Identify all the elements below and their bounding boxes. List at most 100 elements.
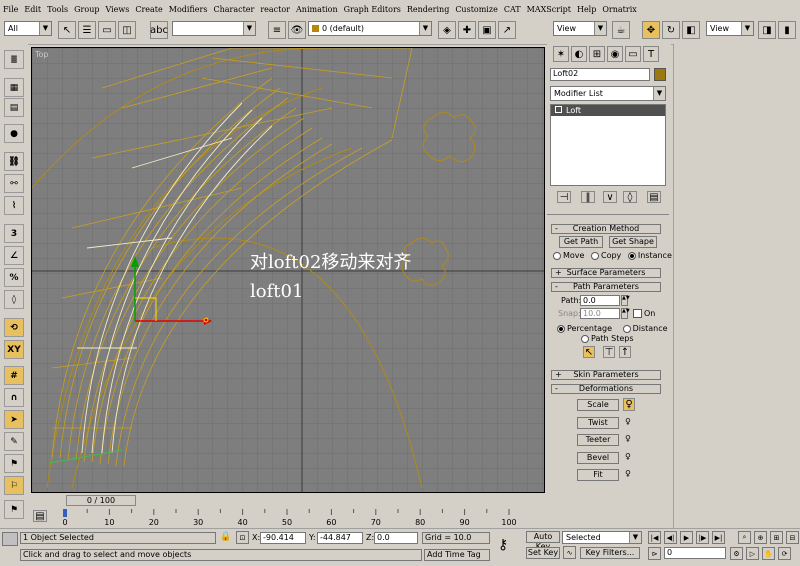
layer-properties-icon[interactable]: ↗ [498, 21, 516, 39]
orbit-icon[interactable]: ⟳ [778, 547, 791, 560]
current-frame-field[interactable]: 0 [664, 547, 726, 559]
menu-file[interactable]: File [0, 5, 21, 14]
make-unique-icon[interactable]: ∨ [603, 191, 617, 203]
object-name-field[interactable]: Loft02 [550, 68, 650, 81]
object-color-swatch[interactable] [654, 68, 666, 81]
reference-coordinate-dropdown[interactable]: View ▼ [553, 21, 607, 36]
path-parameters-rollout[interactable]: - Path Parameters [551, 282, 661, 292]
select-and-scale-icon[interactable]: ◧ [682, 21, 700, 39]
layer-manager-icon[interactable]: ≡ [268, 21, 286, 39]
go-to-end-icon[interactable]: ▶| [712, 531, 725, 544]
previous-shape-icon[interactable]: ⊤ [603, 346, 615, 358]
set-key-button[interactable]: Set Key [526, 547, 560, 559]
fit-lightbulb-icon[interactable]: ♀ [625, 469, 631, 478]
configure-sets-icon[interactable]: ▤ [647, 191, 661, 203]
add-time-tag-button[interactable]: Add Time Tag [424, 549, 490, 561]
twist-deformation-button[interactable]: Twist [577, 417, 619, 429]
create-layer-icon[interactable]: ◈ [438, 21, 456, 39]
curve-editor-icon[interactable]: ▤ [4, 98, 24, 117]
menu-rendering[interactable]: Rendering [404, 5, 452, 14]
menu-graph-editors[interactable]: Graph Editors [341, 5, 404, 14]
scale-enable-lightbulb-icon[interactable]: ♀ [623, 398, 635, 411]
bevel-deformation-button[interactable]: Bevel [577, 452, 619, 464]
absolute-mode-icon[interactable]: ⊡ [236, 531, 249, 544]
maxscript-listener-icon[interactable] [2, 532, 18, 546]
previous-frame-icon[interactable]: ◀| [664, 531, 677, 544]
menu-group[interactable]: Group [71, 5, 102, 14]
select-and-rotate-icon[interactable]: ↻ [662, 21, 680, 39]
twist-lightbulb-icon[interactable]: ♀ [625, 417, 631, 426]
viewport-label[interactable]: Top [35, 50, 49, 59]
modify-tab-icon[interactable]: ◐ [571, 46, 587, 62]
menu-edit[interactable]: Edit [21, 5, 44, 14]
x-coordinate-field[interactable]: -90.414 [260, 532, 306, 544]
zoom-extents-icon[interactable]: ⊞ [770, 531, 783, 544]
arrow-tool-icon[interactable]: ➤ [4, 410, 24, 429]
get-shape-button[interactable]: Get Shape [609, 236, 657, 248]
key-icon[interactable]: ⚷ [498, 537, 508, 553]
xy-constraint-icon[interactable]: XY [4, 340, 24, 359]
instance-radio[interactable]: Instance [627, 251, 672, 260]
pivot-center-icon[interactable]: ◨ [758, 21, 776, 39]
flag-green-icon[interactable]: ⚑ [4, 500, 24, 519]
schematic-view-icon[interactable]: ▦ [4, 78, 24, 97]
surface-parameters-rollout[interactable]: + Surface Parameters [551, 268, 661, 278]
snap-on-checkbox[interactable]: On [633, 309, 655, 318]
play-icon[interactable]: ▶ [680, 531, 693, 544]
key-mode-icon[interactable]: ⊳ [648, 547, 661, 560]
pin-stack-icon[interactable]: ⊣ [557, 191, 571, 203]
path-steps-radio[interactable]: Path Steps [581, 334, 634, 343]
bind-space-warp-icon[interactable]: ⌇ [4, 196, 24, 215]
zoom-extents-all-icon[interactable]: ⊟ [786, 531, 799, 544]
selection-filter-dropdown[interactable]: All ▼ [4, 21, 52, 36]
select-and-move-icon[interactable]: ✥ [642, 21, 660, 39]
creation-method-rollout[interactable]: - Creation Method [551, 224, 661, 234]
select-by-name-icon[interactable]: ☰ [78, 21, 96, 39]
percentage-radio[interactable]: Percentage [557, 324, 612, 333]
menu-animation[interactable]: Animation [293, 5, 341, 14]
path-spinner-arrows[interactable]: ▲▼ [621, 295, 630, 306]
current-frame-marker[interactable] [63, 509, 67, 517]
align-icon[interactable]: ⟲ [4, 318, 24, 337]
named-selection-sets-dropdown[interactable]: ▼ [172, 21, 256, 36]
auto-key-button[interactable]: Auto Key [526, 531, 560, 551]
snap-spinner[interactable]: 10.0 [580, 308, 620, 319]
window-crossing-icon[interactable]: ◫ [118, 21, 136, 39]
y-coordinate-field[interactable]: -44.847 [317, 532, 363, 544]
angle-snap-icon[interactable]: ∠ [4, 246, 24, 265]
coordinate-system-dropdown[interactable]: View ▼ [706, 21, 754, 36]
teapot-render-icon[interactable]: ☕ [612, 21, 630, 39]
layer-dropdown[interactable]: 0 (default) ▼ [308, 21, 432, 36]
z-coordinate-field[interactable]: 0.0 [374, 532, 418, 544]
show-end-result-icon[interactable]: ‖ [581, 191, 595, 203]
paint-icon[interactable]: ✎ [4, 432, 24, 451]
select-in-layer-icon[interactable]: ▣ [478, 21, 496, 39]
menu-tools[interactable]: Tools [44, 5, 71, 14]
deformations-rollout[interactable]: - Deformations [551, 384, 661, 394]
motion-tab-icon[interactable]: ◉ [607, 46, 623, 62]
grid-icon[interactable]: # [4, 366, 24, 385]
distance-radio[interactable]: Distance [622, 324, 668, 333]
magnet-icon[interactable]: ∩ [4, 388, 24, 407]
time-slider[interactable]: 0 / 100 [31, 494, 545, 508]
layers-icon[interactable]: ≣ [4, 50, 24, 69]
flag-icon[interactable]: ⚑ [4, 454, 24, 473]
menu-maxscript[interactable]: MAXScript [524, 5, 574, 14]
rectangular-selection-icon[interactable]: ▭ [98, 21, 116, 39]
next-frame-icon[interactable]: |▶ [696, 531, 709, 544]
zoom-all-icon[interactable]: ⊕ [754, 531, 767, 544]
time-slider-thumb[interactable]: 0 / 100 [66, 495, 136, 506]
time-config-icon[interactable]: ⚙ [730, 547, 743, 560]
create-tab-icon[interactable]: ✶ [553, 46, 569, 62]
mirror-icon[interactable]: ▮ [778, 21, 796, 39]
remove-modifier-icon[interactable]: ◊ [623, 191, 637, 203]
key-filters-button[interactable]: Key Filters... [580, 547, 640, 559]
snap-spinner-arrows[interactable]: ▲▼ [621, 308, 630, 319]
menu-ornatrix[interactable]: Ornatrix [599, 5, 639, 14]
hierarchy-tab-icon[interactable]: ⊞ [589, 46, 605, 62]
flag-active-icon[interactable]: ⚐ [4, 476, 24, 495]
modifier-list-dropdown[interactable]: Modifier List ▼ [550, 86, 666, 101]
go-to-start-icon[interactable]: |◀ [648, 531, 661, 544]
path-spinner[interactable]: 0.0 [580, 295, 620, 306]
select-object-icon[interactable]: ↖ [58, 21, 76, 39]
